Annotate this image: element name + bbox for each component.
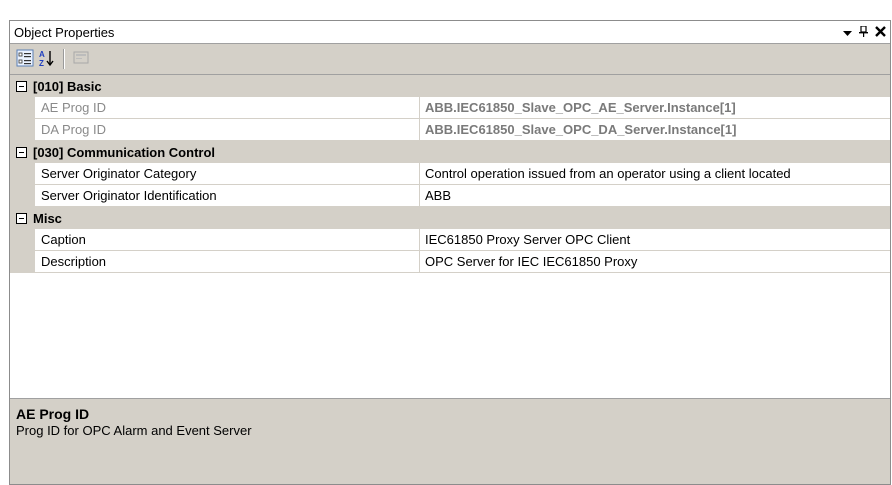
property-row-caption[interactable]: Caption IEC61850 Proxy Server OPC Client bbox=[10, 229, 890, 251]
svg-text:Z: Z bbox=[39, 59, 44, 67]
property-name: DA Prog ID bbox=[35, 119, 420, 141]
description-text: Prog ID for OPC Alarm and Event Server bbox=[16, 423, 252, 438]
property-name: Caption bbox=[35, 229, 420, 251]
property-row-server-originator-identification[interactable]: Server Originator Identification ABB bbox=[10, 185, 890, 207]
property-row-server-originator-category[interactable]: Server Originator Category Control opera… bbox=[10, 163, 890, 185]
property-value[interactable]: ABB bbox=[420, 185, 890, 207]
categorized-button[interactable] bbox=[14, 48, 36, 70]
description-pane: AE Prog ID Prog ID for OPC Alarm and Eve… bbox=[10, 399, 890, 484]
property-name: AE Prog ID bbox=[35, 97, 420, 119]
property-pages-button[interactable] bbox=[70, 48, 92, 70]
collapse-icon[interactable] bbox=[16, 80, 27, 92]
collapse-icon[interactable] bbox=[16, 212, 27, 224]
alphabetical-sort-icon: A Z bbox=[38, 49, 56, 70]
property-name: Server Originator Identification bbox=[35, 185, 420, 207]
categorized-icon bbox=[16, 49, 34, 70]
window-controls bbox=[843, 24, 890, 40]
category-label: [010] Basic bbox=[33, 78, 102, 94]
property-name: Description bbox=[35, 251, 420, 273]
panel-title: Object Properties bbox=[14, 24, 115, 40]
pin-icon[interactable] bbox=[859, 24, 868, 40]
collapse-icon[interactable] bbox=[16, 146, 27, 158]
dropdown-icon[interactable] bbox=[843, 25, 852, 40]
category-label: [030] Communication Control bbox=[33, 144, 216, 160]
property-value[interactable]: ABB.IEC61850_Slave_OPC_DA_Server.Instanc… bbox=[420, 119, 890, 141]
property-row-ae-prog-id[interactable]: AE Prog ID ABB.IEC61850_Slave_OPC_AE_Ser… bbox=[10, 97, 890, 119]
property-pages-icon bbox=[72, 49, 90, 70]
category-communication-control[interactable]: [030] Communication Control bbox=[10, 141, 890, 163]
category-label: Misc bbox=[33, 210, 62, 226]
toolbar-separator bbox=[63, 49, 65, 69]
property-row-description[interactable]: Description OPC Server for IEC IEC61850 … bbox=[10, 251, 890, 273]
close-icon[interactable] bbox=[875, 25, 886, 40]
alphabetical-button[interactable]: A Z bbox=[36, 48, 58, 70]
svg-text:A: A bbox=[39, 50, 45, 59]
description-title: AE Prog ID bbox=[16, 406, 90, 422]
property-toolbar: A Z bbox=[10, 44, 890, 74]
property-grid: [010] Basic AE Prog ID ABB.IEC61850_Slav… bbox=[10, 74, 890, 399]
object-properties-panel: Object Properties A Z [010] Basic AE Pro… bbox=[9, 20, 891, 485]
panel-titlebar: Object Properties bbox=[10, 21, 890, 44]
property-value[interactable]: Control operation issued from an operato… bbox=[420, 163, 890, 185]
property-name: Server Originator Category bbox=[35, 163, 420, 185]
property-value[interactable]: ABB.IEC61850_Slave_OPC_AE_Server.Instanc… bbox=[420, 97, 890, 119]
category-basic[interactable]: [010] Basic bbox=[10, 75, 890, 97]
category-misc[interactable]: Misc bbox=[10, 207, 890, 229]
property-row-da-prog-id[interactable]: DA Prog ID ABB.IEC61850_Slave_OPC_DA_Ser… bbox=[10, 119, 890, 141]
property-value[interactable]: OPC Server for IEC IEC61850 Proxy bbox=[420, 251, 890, 273]
property-value[interactable]: IEC61850 Proxy Server OPC Client bbox=[420, 229, 890, 251]
